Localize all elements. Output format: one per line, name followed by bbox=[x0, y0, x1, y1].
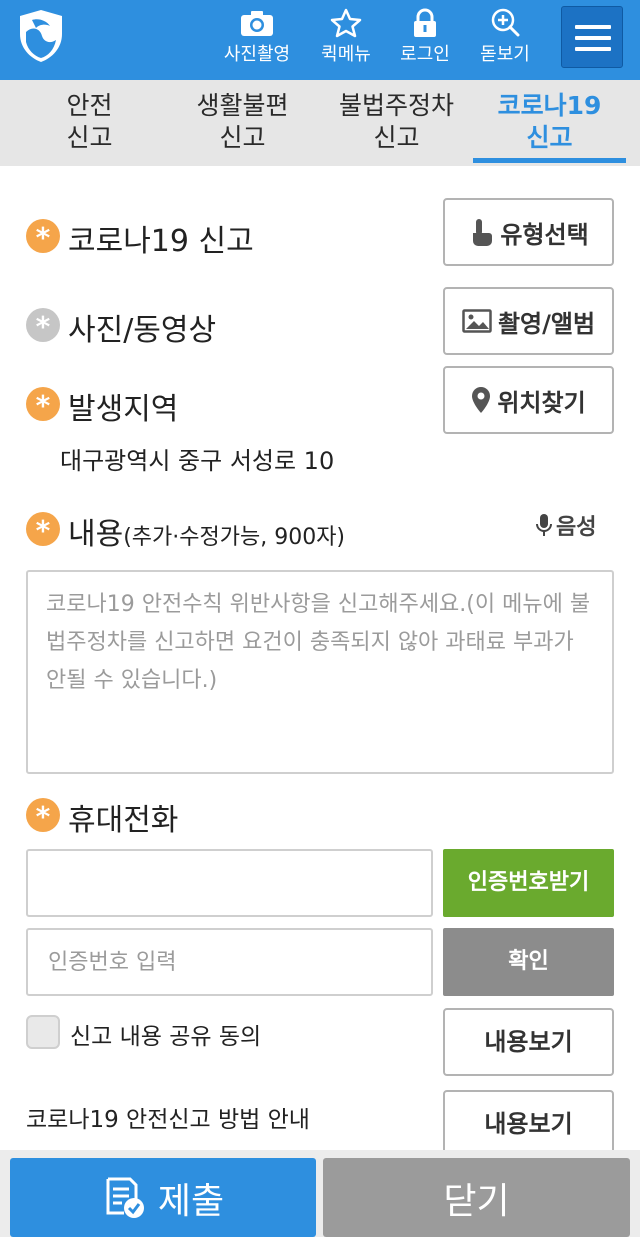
login-label: 로그인 bbox=[400, 44, 450, 65]
required-star-icon: * bbox=[26, 798, 60, 833]
tab-safety-report[interactable]: 안전 신고 bbox=[12, 90, 167, 156]
report-type-title: 코로나19 신고 bbox=[68, 224, 254, 259]
find-location-button[interactable]: 위치찾기 bbox=[443, 366, 614, 434]
image-icon bbox=[462, 309, 492, 333]
star-icon bbox=[330, 8, 362, 38]
required-star-icon: * bbox=[26, 512, 60, 547]
tab-covid19-report[interactable]: 코로나19 신고 bbox=[472, 90, 627, 156]
magnifier-plus-icon bbox=[491, 8, 520, 37]
zoom-label: 돋보기 bbox=[480, 44, 530, 65]
content-textarea[interactable]: 코로나19 안전수칙 위반사항을 신고해주세요.(이 메뉴에 불법주정차를 신고… bbox=[26, 570, 614, 774]
login-button[interactable]: 로그인 bbox=[385, 6, 465, 72]
content-hint: (추가·수정가능, 900자) bbox=[123, 525, 346, 550]
camera-label: 사진촬영 bbox=[223, 44, 291, 65]
hamburger-line-icon bbox=[575, 25, 611, 29]
voice-input-button[interactable]: 음성 bbox=[536, 509, 596, 541]
view-guide-button[interactable]: 내용보기 bbox=[443, 1090, 614, 1158]
hamburger-line-icon bbox=[575, 47, 611, 51]
share-agreement-checkbox[interactable] bbox=[26, 1015, 60, 1049]
quickmenu-label: 퀵메뉴 bbox=[321, 44, 371, 65]
required-star-icon: * bbox=[26, 219, 60, 254]
media-title: 사진/동영상 bbox=[68, 313, 217, 348]
location-pin-icon bbox=[472, 387, 491, 413]
shield-logo-icon[interactable] bbox=[18, 8, 64, 64]
camera-icon bbox=[241, 11, 273, 36]
tab-illegal-parking-report[interactable]: 불법주정차 신고 bbox=[319, 90, 474, 156]
touch-hand-icon bbox=[473, 219, 493, 246]
view-agreement-button[interactable]: 내용보기 bbox=[443, 1008, 614, 1076]
camera-button[interactable]: 사진촬영 bbox=[217, 6, 297, 72]
close-button[interactable]: 닫기 bbox=[323, 1158, 630, 1237]
phone-number-input[interactable] bbox=[26, 849, 433, 917]
share-agreement-label: 신고 내용 공유 동의 bbox=[70, 1024, 262, 1050]
verification-code-input[interactable] bbox=[26, 928, 433, 996]
document-check-icon bbox=[106, 1177, 144, 1218]
phone-title: 휴대전화 bbox=[68, 803, 179, 838]
capture-album-button[interactable]: 촬영/앨범 bbox=[443, 287, 614, 355]
address-text: 대구광역시 중구 서성로 10 bbox=[60, 447, 335, 475]
app-header: 사진촬영 퀵메뉴 로그인 돋보기 bbox=[0, 0, 640, 80]
content-title: 내용(추가·수정가능, 900자) bbox=[68, 517, 346, 552]
microphone-icon bbox=[536, 514, 552, 536]
required-star-icon: * bbox=[26, 387, 60, 422]
lock-icon bbox=[414, 8, 436, 37]
hamburger-menu-button[interactable] bbox=[561, 6, 623, 68]
report-guide-label: 코로나19 안전신고 방법 안내 bbox=[26, 1107, 310, 1133]
type-select-button[interactable]: 유형선택 bbox=[443, 198, 614, 266]
submit-button[interactable]: 제출 bbox=[10, 1158, 316, 1237]
location-title: 발생지역 bbox=[68, 392, 179, 427]
hamburger-line-icon bbox=[575, 36, 611, 40]
active-tab-indicator bbox=[473, 158, 626, 163]
report-category-tabs: 안전 신고 생활불편 신고 불법주정차 신고 코로나19 신고 bbox=[0, 80, 640, 166]
optional-star-icon: * bbox=[26, 308, 60, 343]
request-code-button[interactable]: 인증번호받기 bbox=[443, 849, 614, 917]
quickmenu-button[interactable]: 퀵메뉴 bbox=[306, 6, 386, 72]
zoom-button[interactable]: 돋보기 bbox=[465, 6, 545, 72]
confirm-code-button[interactable]: 확인 bbox=[443, 928, 614, 996]
tab-living-inconvenience-report[interactable]: 생활불편 신고 bbox=[165, 90, 320, 156]
